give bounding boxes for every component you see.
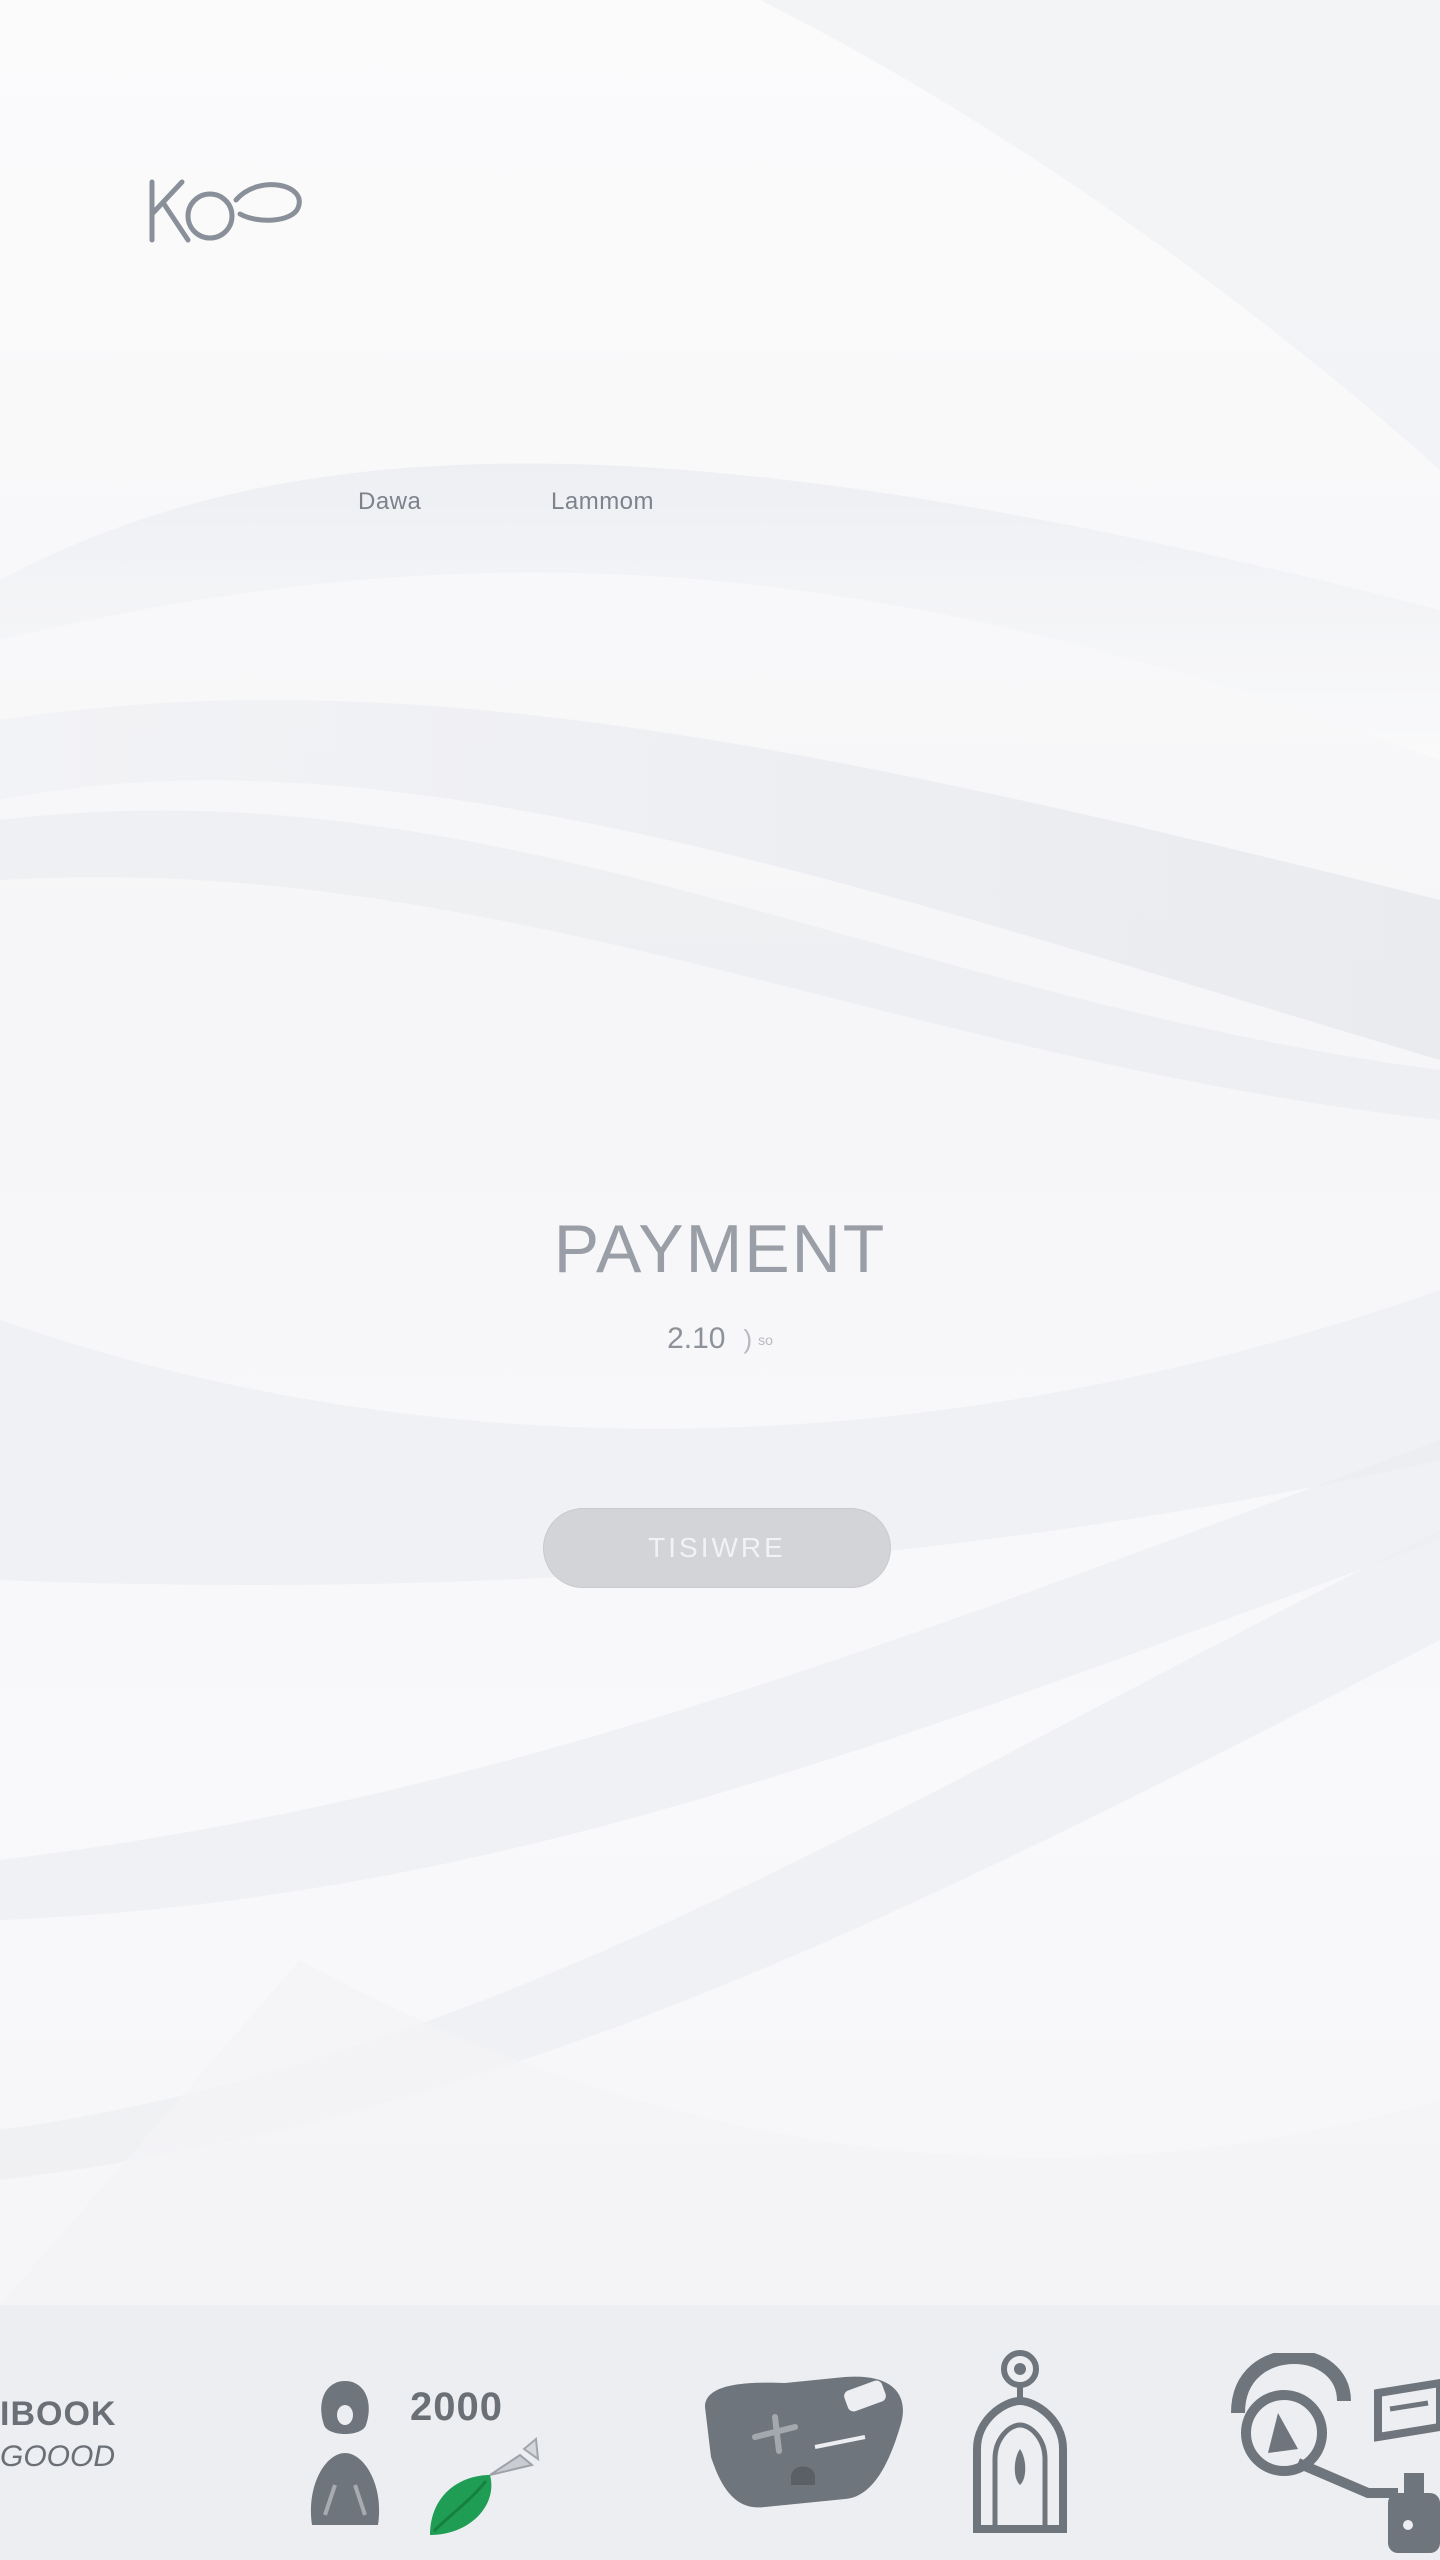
hero-title: PAYMENT [553,1211,887,1287]
hero-subtitle: 2.10) so [0,1322,1440,1356]
nav-item-lammom[interactable]: Lammom [551,488,654,516]
wave-background [0,0,1440,2305]
cta-button[interactable]: TISIWRE [543,1508,891,1588]
hero-subtitle-arrow: ) [743,1324,753,1354]
footer-brand-line2: GOOOD [0,2440,116,2473]
footer-bar: IBOOK GOOOD 2000 [0,2305,1440,2560]
lock-tower-icon[interactable] [965,2349,1075,2539]
footer-brand[interactable]: IBOOK GOOOD [0,2395,116,2474]
person-icon[interactable] [290,2375,400,2535]
gamepad-icon[interactable] [695,2367,915,2517]
headset-icon[interactable] [1228,2353,1440,2553]
top-nav: Dawa Lammom [0,488,1440,520]
hero-subtitle-unit: so [758,1332,773,1349]
page: Dawa Lammom PAYMENT 2.10) so TISIWRE IBOO… [0,0,1440,2560]
hero-subtitle-value: 2.10 [667,1322,726,1355]
brand-logo-mark [149,179,302,243]
nav-item-dawa[interactable]: Dawa [358,488,421,516]
footer-brand-line1: IBOOK [0,2395,117,2433]
leaf-icon[interactable] [420,2435,560,2545]
footer-count: 2000 [410,2385,503,2429]
brand-logo[interactable] [148,170,308,250]
